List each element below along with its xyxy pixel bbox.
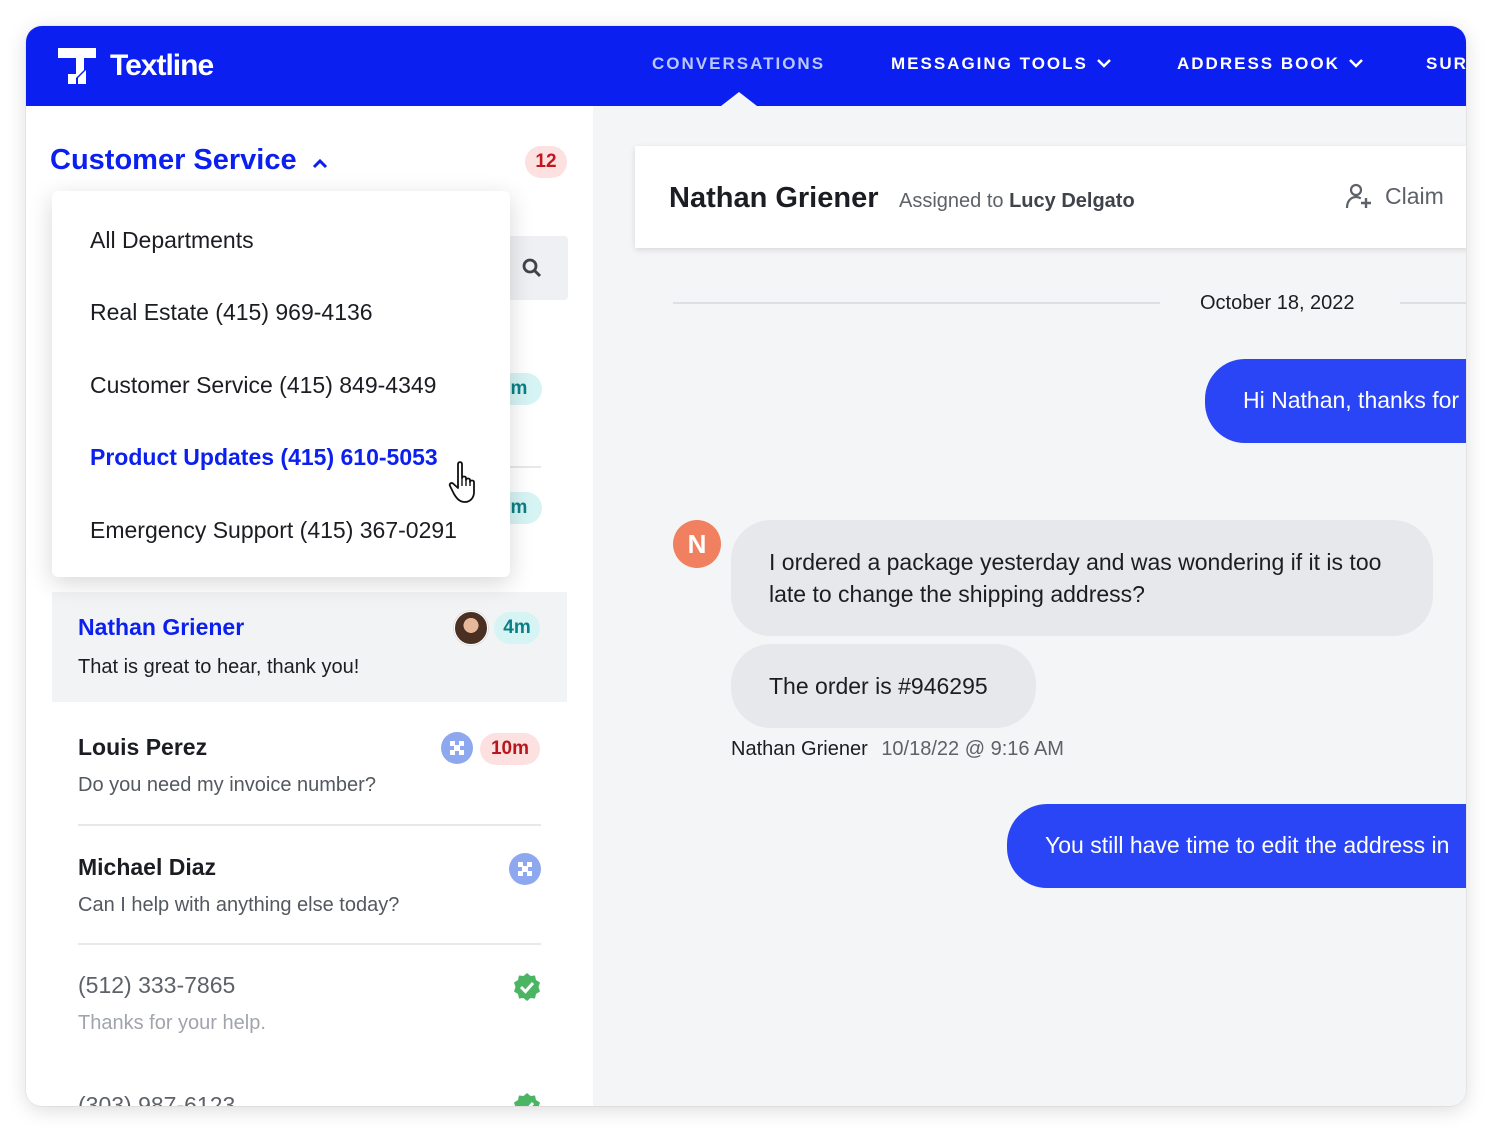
chevron-down-icon <box>1348 54 1364 74</box>
message-sender: Nathan Griener <box>731 738 868 760</box>
contact-phone: (303) 987-6123 <box>78 1092 236 1106</box>
outgoing-message: Hi Nathan, thanks for <box>1205 359 1466 443</box>
resolved-check-icon <box>512 972 542 1002</box>
unread-count-badge: 12 <box>525 146 567 178</box>
time-badge: 10m <box>480 733 540 765</box>
conversation-header: Nathan Griener Assigned to Lucy Delgato … <box>635 146 1466 248</box>
message-meta: Nathan Griener 10/18/22 @ 9:16 AM <box>731 738 1064 761</box>
contact-name: Michael Diaz <box>78 854 217 880</box>
bot-icon <box>441 732 473 764</box>
textline-logo[interactable]: Textline <box>56 44 214 88</box>
dropdown-item-all-departments[interactable]: All Departments <box>90 227 254 254</box>
incoming-message: The order is #946295 <box>731 644 1036 728</box>
contact-avatar: N <box>673 520 721 568</box>
list-divider <box>78 943 541 945</box>
textline-logo-icon <box>56 44 100 88</box>
nav-conversations[interactable]: CONVERSATIONS <box>652 54 825 74</box>
department-dropdown-menu: All Departments Real Estate (415) 969-41… <box>52 191 510 577</box>
nav-address-book[interactable]: ADDRESS BOOK <box>1177 54 1364 74</box>
assignment-label: Assigned to Lucy Delgato <box>899 190 1135 212</box>
contact-phone: (512) 333-7865 <box>78 972 236 998</box>
date-divider-line <box>1400 302 1466 304</box>
message-timestamp: 10/18/22 @ 9:16 AM <box>881 738 1064 760</box>
contact-name: Louis Perez <box>78 734 208 760</box>
assigned-agent[interactable]: Lucy Delgato <box>1009 190 1135 212</box>
message-preview: Thanks for your help. <box>78 1012 266 1034</box>
claim-button[interactable]: Claim <box>1345 182 1444 210</box>
search-icon[interactable] <box>522 258 542 283</box>
chevron-up-icon <box>311 144 329 177</box>
dropdown-item-emergency-support[interactable]: Emergency Support (415) 367-0291 <box>90 517 457 544</box>
contact-name: Nathan Griener <box>78 614 245 640</box>
brand-name: Textline <box>110 49 214 82</box>
outgoing-message: You still have time to edit the address … <box>1007 804 1466 888</box>
conversation-contact-name: Nathan Griener <box>669 182 879 214</box>
date-divider-label: October 18, 2022 <box>1200 292 1355 314</box>
time-badge: 4m <box>494 612 540 644</box>
agent-avatar <box>454 611 488 645</box>
message-preview: Can I help with anything else today? <box>78 894 400 916</box>
message-preview: That is great to hear, thank you! <box>78 656 360 678</box>
conversation-item-nathan-griener[interactable]: Nathan Griener That is great to hear, th… <box>52 592 567 702</box>
dropdown-item-customer-service[interactable]: Customer Service (415) 849-4349 <box>90 372 436 399</box>
nav-surveys[interactable]: SUR <box>1426 54 1466 74</box>
date-divider-line <box>673 302 1160 304</box>
active-nav-indicator <box>721 92 757 106</box>
nav-messaging-tools[interactable]: MESSAGING TOOLS <box>891 54 1112 74</box>
app-window: Textline CONVERSATIONS MESSAGING TOOLS A… <box>26 26 1466 1106</box>
incoming-message: I ordered a package yesterday and was wo… <box>731 520 1433 636</box>
message-preview: Do you need my invoice number? <box>78 774 376 796</box>
bot-icon <box>509 853 541 885</box>
conversation-item-louis-perez[interactable]: Louis Perez Do you need my invoice numbe… <box>52 704 567 824</box>
conversation-panel: Nathan Griener Assigned to Lucy Delgato … <box>593 106 1466 1106</box>
add-user-icon <box>1345 183 1371 209</box>
conversation-item-5123337865[interactable]: (512) 333-7865 Thanks for your help. <box>52 946 567 1066</box>
top-nav-bar: Textline CONVERSATIONS MESSAGING TOOLS A… <box>26 26 1466 106</box>
conversation-item-3039876123[interactable]: (303) 987-6123 <box>52 1066 567 1106</box>
dropdown-item-product-updates[interactable]: Product Updates (415) 610-5053 <box>90 444 438 471</box>
resolved-check-icon <box>512 1092 542 1106</box>
chevron-down-icon <box>1096 54 1112 74</box>
hand-pointer-cursor-icon <box>448 460 486 511</box>
department-selector[interactable]: Customer Service <box>50 144 329 177</box>
dropdown-item-real-estate[interactable]: Real Estate (415) 969-4136 <box>90 299 373 326</box>
conversation-item-michael-diaz[interactable]: Michael Diaz Can I help with anything el… <box>52 826 567 944</box>
